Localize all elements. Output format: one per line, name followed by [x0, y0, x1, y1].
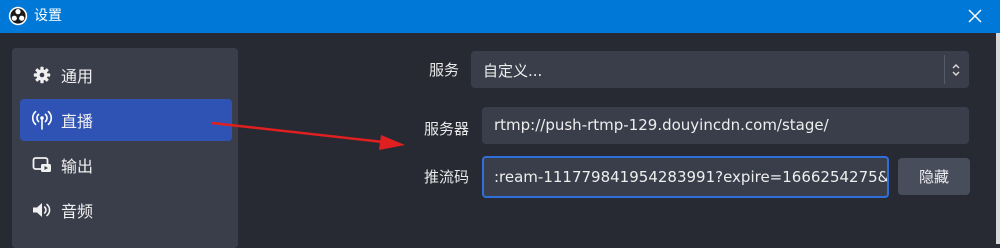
annotation-arrow: [211, 121, 405, 150]
